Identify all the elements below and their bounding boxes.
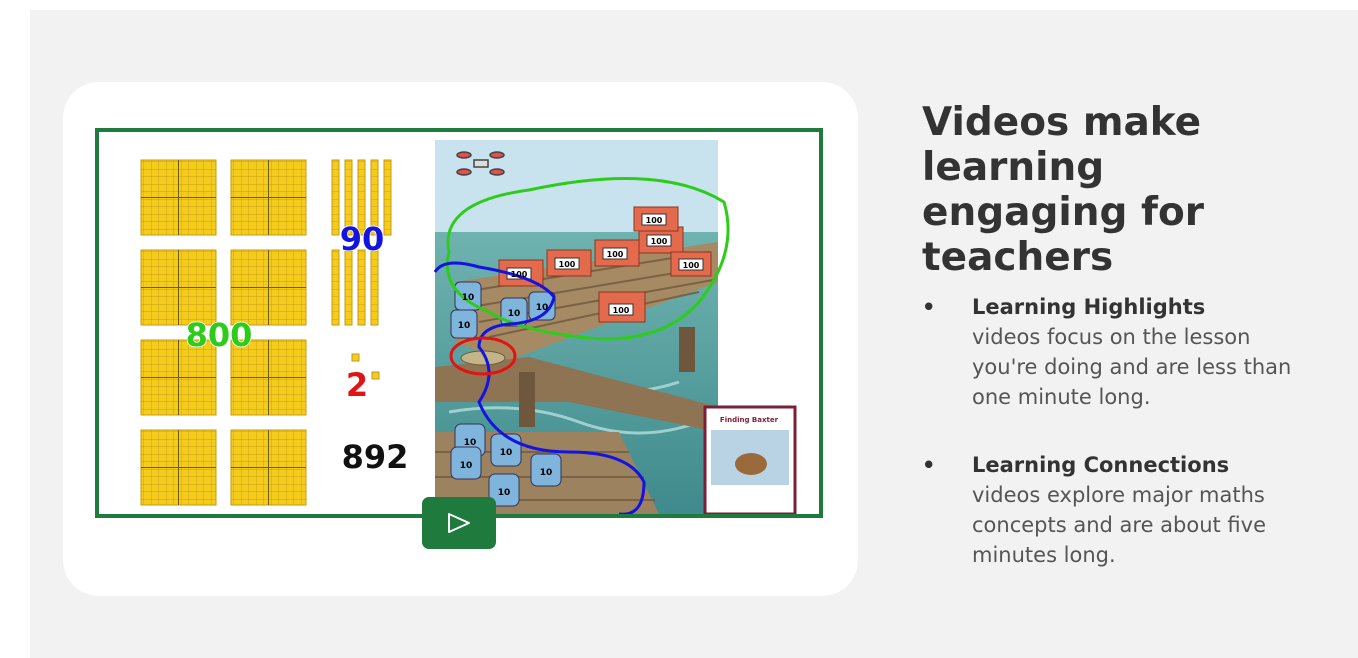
hundreds-label: 800 bbox=[186, 316, 253, 354]
crate-label: 100 bbox=[607, 250, 624, 259]
bullet-icon: • bbox=[922, 453, 936, 477]
tub-label: 10 bbox=[508, 309, 521, 319]
tub-label: 10 bbox=[498, 488, 511, 498]
feature-list: • Learning Highlights videos focus on th… bbox=[922, 292, 1322, 608]
feature-title: Learning Connections bbox=[972, 453, 1230, 477]
total-label: 892 bbox=[342, 438, 409, 476]
bullet-icon: • bbox=[922, 295, 936, 319]
video-illustration: 800 90 2 892 Finding Baxter 100100100100… bbox=[140, 140, 797, 514]
tub-label: 10 bbox=[458, 321, 471, 331]
feature-description: videos focus on the lesson you're doing … bbox=[972, 325, 1292, 409]
crate-label: 100 bbox=[511, 270, 528, 279]
crate-label: 100 bbox=[646, 216, 663, 225]
book-title: Finding Baxter bbox=[720, 416, 779, 424]
feature-item: • Learning Connections videos explore ma… bbox=[922, 450, 1322, 570]
feature-description: videos explore major maths concepts and … bbox=[972, 483, 1267, 567]
ones-label: 2 bbox=[346, 366, 368, 404]
tens-label: 90 bbox=[340, 220, 385, 258]
feature-title: Learning Highlights bbox=[972, 295, 1206, 319]
dock-scene: Finding Baxter bbox=[433, 140, 797, 514]
tub-label: 10 bbox=[500, 448, 513, 458]
tub-label: 10 bbox=[464, 438, 477, 448]
crate-label: 100 bbox=[613, 306, 630, 315]
crate-label: 100 bbox=[651, 237, 668, 246]
feature-item: • Learning Highlights videos focus on th… bbox=[922, 292, 1322, 412]
tub-label: 10 bbox=[460, 461, 473, 471]
video-thumbnail[interactable]: 800 90 2 892 Finding Baxter 100 100 100 … bbox=[95, 128, 823, 518]
tub-label: 10 bbox=[536, 303, 549, 313]
section-heading: Videos make learning engaging for teache… bbox=[922, 100, 1204, 280]
tub-label: 10 bbox=[540, 468, 553, 478]
tub-label: 10 bbox=[462, 293, 475, 303]
play-icon bbox=[448, 513, 470, 533]
crate-label: 100 bbox=[559, 260, 576, 269]
crate-label: 100 bbox=[683, 261, 700, 270]
play-button[interactable] bbox=[422, 497, 496, 549]
